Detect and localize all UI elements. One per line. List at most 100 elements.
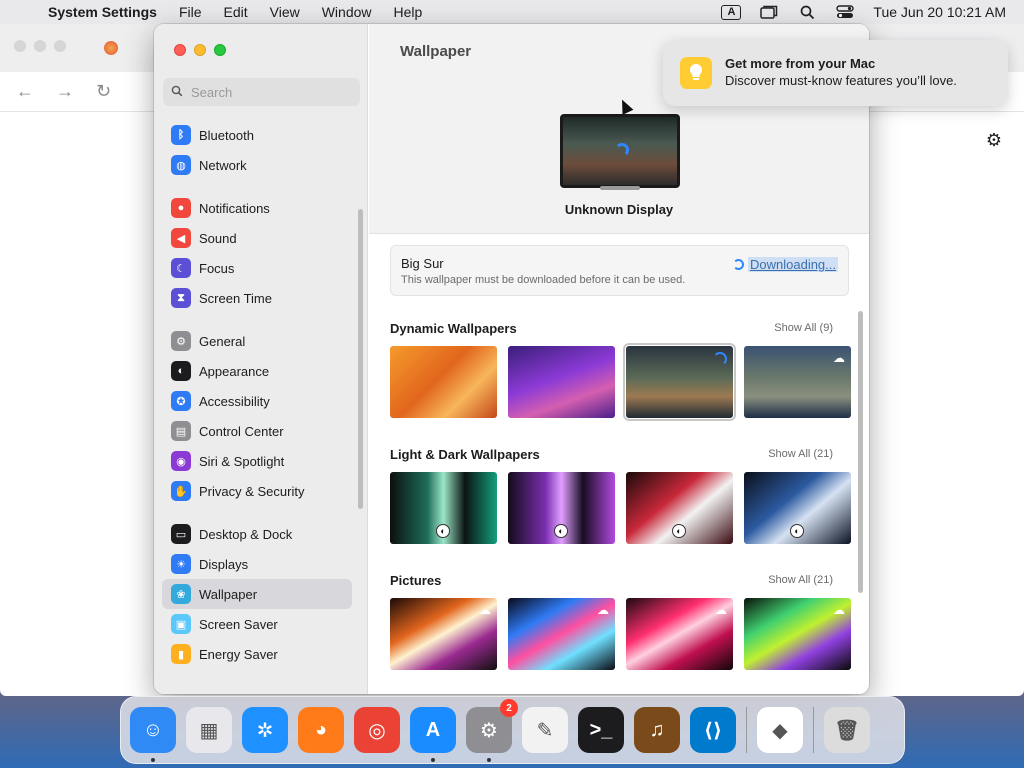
sidebar-item-wallpaper[interactable]: ❀ Wallpaper [162, 579, 352, 609]
menu-help[interactable]: Help [394, 4, 423, 20]
wallpaper-thumbnail[interactable]: ☁ [744, 598, 851, 670]
sidebar-item-privacy-security[interactable]: ✋ Privacy & Security [162, 476, 352, 506]
wallpaper-thumbnail[interactable]: ☁ [744, 346, 851, 418]
notification-banner[interactable]: Get more from your Mac Discover must-kno… [663, 40, 1008, 106]
sidebar-item-label: Sound [199, 230, 237, 246]
light-dark-icon: ◐ [790, 524, 804, 538]
dock-separator [746, 707, 747, 753]
menu-app-name[interactable]: System Settings [48, 4, 157, 20]
sidebar-item-desktop-dock[interactable]: ▭ Desktop & Dock [162, 519, 352, 549]
wallpaper-thumbnail[interactable]: ◐ [508, 472, 615, 544]
cloud-download-icon: ☁ [833, 351, 845, 365]
window-switch-icon[interactable] [759, 4, 779, 20]
chrome-dock-icon[interactable]: ◎ [354, 707, 400, 753]
firefox-tab-icon[interactable] [104, 41, 118, 55]
sidebar-item-notifications[interactable]: ● Notifications [162, 193, 352, 223]
wallpaper-thumbnail-row: ☁ [390, 343, 858, 421]
wallpaper-thumbnail[interactable]: ☁ [626, 598, 733, 670]
back-arrow-icon[interactable]: ← [16, 81, 34, 102]
show-all-button[interactable]: Show All (21) [768, 448, 833, 460]
wallpaper-thumbnail[interactable]: ☁ [508, 598, 615, 670]
current-wallpaper-box: Big Sur This wallpaper must be downloade… [390, 245, 849, 296]
safari-dock-icon[interactable]: ✲ [242, 707, 288, 753]
app-store-dock-icon[interactable]: A [410, 707, 456, 762]
wallpaper-gallery: Dynamic Wallpapers Show All (9) ☁ Light & D… [390, 310, 858, 694]
sidebar-item-siri-spotlight[interactable]: ◉ Siri & Spotlight [162, 446, 352, 476]
wallpaper-thumbnail[interactable]: ◐ [390, 472, 497, 544]
section-title: Dynamic Wallpapers [390, 320, 517, 336]
vscode-dock-icon[interactable]: ⟨⟩ [690, 707, 736, 753]
menu-view[interactable]: View [270, 4, 300, 20]
show-all-button[interactable]: Show All (9) [774, 322, 833, 334]
sidebar-item-label: Network [199, 157, 247, 173]
notification-badge: 2 [500, 699, 518, 717]
sidebar-item-label: Wallpaper [199, 586, 258, 602]
wallpaper-thumbnail[interactable] [508, 346, 615, 418]
hand-icon: ✋ [171, 481, 191, 501]
wallpaper-thumbnail[interactable] [623, 343, 736, 421]
zoom-window-button[interactable] [214, 44, 226, 56]
light-dark-icon: ◐ [672, 524, 686, 538]
traffic-lights [174, 44, 226, 56]
search-input[interactable] [191, 84, 351, 100]
sidebar-item-focus[interactable]: ☾ Focus [162, 253, 352, 283]
minimize-window-button[interactable] [194, 44, 206, 56]
hourglass-icon: ⧗ [171, 288, 191, 308]
wallpaper-thumbnail[interactable]: ◐ [744, 472, 851, 544]
close-window-button[interactable] [174, 44, 186, 56]
control-center-icon[interactable] [835, 4, 855, 20]
sidebar-item-label: Appearance [199, 363, 270, 379]
wallpaper-icon: ❀ [171, 584, 191, 604]
sidebar-item-label: Displays [199, 556, 249, 572]
sidebar-item-network[interactable]: ◍ Network [162, 150, 352, 180]
system-settings-dock-icon[interactable]: ⚙ 2 [466, 699, 518, 762]
menu-file[interactable]: File [179, 4, 202, 20]
trash-dock-icon[interactable]: 🗑 [824, 707, 870, 753]
menu-clock[interactable]: Tue Jun 20 10:21 AM [873, 4, 1006, 20]
textedit-dock-icon[interactable]: ✎ [522, 707, 568, 753]
menu-edit[interactable]: Edit [224, 4, 248, 20]
spotlight-search-icon[interactable] [797, 4, 817, 20]
sidebar-item-screen-saver[interactable]: ▣ Screen Saver [162, 609, 352, 639]
sidebar-item-sound[interactable]: ◀ Sound [162, 223, 352, 253]
input-source-icon[interactable]: A [721, 4, 742, 20]
finder-dock-icon[interactable]: ☺ [130, 707, 176, 762]
main-scrollbar[interactable] [858, 311, 863, 593]
sidebar-item-accessibility[interactable]: ✪ Accessibility [162, 386, 352, 416]
sidebar-item-label: General [199, 333, 246, 349]
sidebar-item-control-center[interactable]: ▤ Control Center [162, 416, 352, 446]
sidebar-item-displays[interactable]: ☀ Displays [162, 549, 352, 579]
gear-icon[interactable]: ⚙ [986, 130, 1002, 151]
sidebar-item-bluetooth[interactable]: ᛒ Bluetooth [162, 120, 352, 150]
menu-window[interactable]: Window [322, 4, 372, 20]
sidebar-item-label: Accessibility [199, 393, 270, 409]
sidebar-item-energy-saver[interactable]: ▮ Energy Saver [162, 639, 352, 669]
gear-icon: ⚙ [171, 331, 191, 351]
launchpad-dock-icon[interactable]: ▦ [186, 707, 232, 753]
visual-studio-dock-icon[interactable]: ◆ [757, 707, 803, 753]
sidebar-item-general[interactable]: ⚙ General [162, 326, 352, 356]
show-all-button[interactable]: Show All (21) [768, 574, 833, 586]
wallpaper-thumbnail-row: ◐ ◐ ◐ ◐ [390, 472, 858, 544]
running-indicator [487, 758, 491, 762]
sidebar-item-screen-time[interactable]: ⧗ Screen Time [162, 283, 352, 313]
downloading-label[interactable]: Downloading... [748, 257, 838, 272]
wallpaper-thumbnail[interactable]: ◐ [626, 472, 733, 544]
wallpaper-thumbnail[interactable]: ☁ [390, 598, 497, 670]
reload-icon[interactable]: ↻ [96, 81, 111, 102]
light-dark-icon: ◐ [554, 524, 568, 538]
download-status[interactable]: Downloading... [733, 257, 838, 272]
terminal-dock-icon[interactable]: >_ [578, 707, 624, 753]
sidebar: ᛒ Bluetooth ◍ Network ● Notifications ◀ Sound ☾ F… [154, 24, 368, 694]
sidebar-item-appearance[interactable]: ◐ Appearance [162, 356, 352, 386]
garageband-dock-icon[interactable]: ♫ [634, 707, 680, 753]
wallpaper-thumbnail[interactable] [390, 346, 497, 418]
sidebar-scrollbar[interactable] [358, 209, 363, 509]
globe-icon: ◍ [171, 155, 191, 175]
sun-icon: ☀ [171, 554, 191, 574]
firefox-dock-icon[interactable]: ◕ [298, 707, 344, 753]
battery-icon: ▮ [171, 644, 191, 664]
cloud-download-icon: ☁ [715, 603, 727, 617]
forward-arrow-icon[interactable]: → [56, 81, 74, 102]
search-field[interactable] [163, 78, 360, 106]
